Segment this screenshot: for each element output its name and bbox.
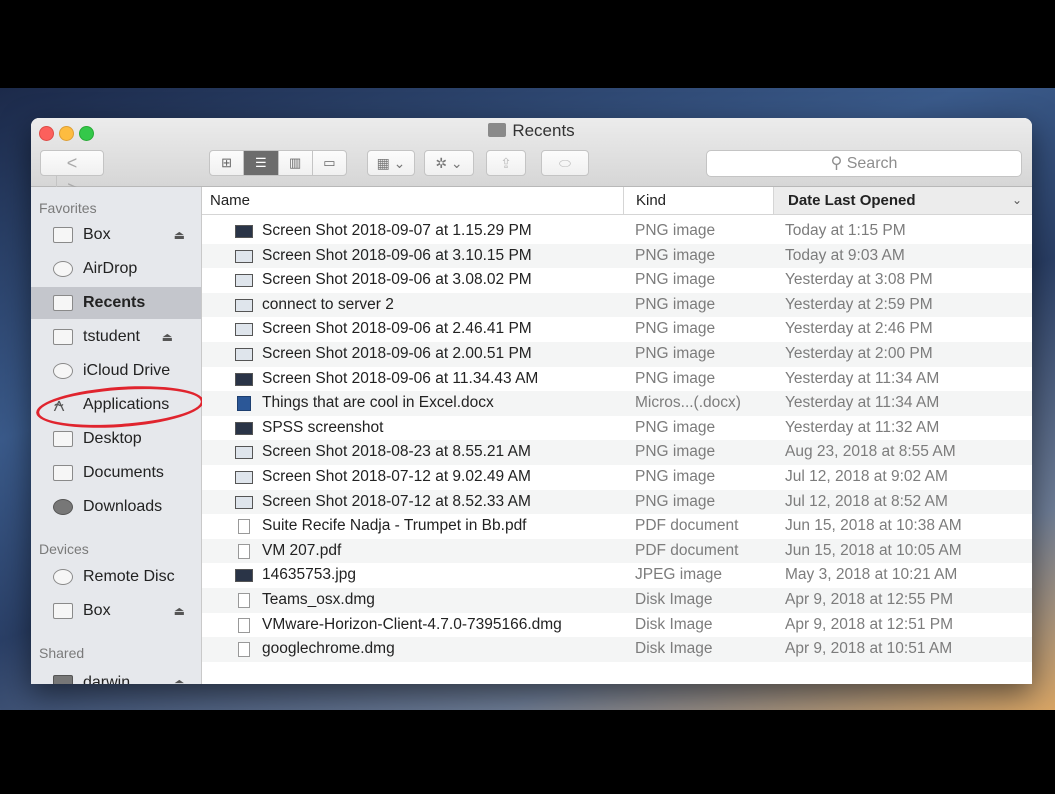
folder-icon — [53, 603, 73, 619]
image-file-icon — [235, 348, 253, 361]
image-file-icon — [235, 446, 253, 460]
file-list: Name Kind Date Last Opened ⌄ Screen Shot… — [202, 187, 1032, 684]
column-header-name[interactable]: Name — [210, 187, 250, 214]
file-row[interactable]: Screen Shot 2018-07-12 at 8.52.33 AM PNG … — [202, 489, 1032, 515]
desktop-icon — [53, 431, 73, 447]
column-header-kind[interactable]: Kind — [623, 187, 766, 214]
column-header-date[interactable]: Date Last Opened — [773, 187, 1032, 214]
devices-heading: Devices — [39, 541, 89, 557]
server-icon — [53, 329, 73, 345]
image-file-icon — [235, 421, 253, 435]
word-document-icon — [237, 396, 251, 412]
disk-image-icon — [238, 593, 250, 608]
sidebar: Favorites Box ⏏ AirDrop Recents tstudent ⏏… — [31, 187, 206, 684]
file-row[interactable]: VM 207.pdf PDF document Jun 15, 2018 at 10… — [202, 538, 1032, 564]
file-row[interactable]: Screen Shot 2018-09-07 at 1.15.29 PM PNG … — [202, 219, 1032, 244]
file-row[interactable]: connect to server 2 PNG image Yesterday at… — [202, 292, 1032, 318]
eject-icon[interactable]: ⏏ — [174, 595, 185, 627]
file-row[interactable]: Screen Shot 2018-09-06 at 2.46.41 PM PNG … — [202, 317, 1032, 342]
list-view-button[interactable]: ☰ — [244, 151, 279, 175]
column-view-button[interactable]: ▥ — [279, 151, 313, 175]
image-file-icon — [235, 225, 253, 238]
cover-flow-button[interactable]: ▭ — [313, 151, 346, 175]
file-row[interactable]: Screen Shot 2018-09-06 at 3.10.15 PM PNG … — [202, 243, 1032, 269]
share-button[interactable]: ⇪ — [486, 150, 526, 176]
eject-icon[interactable]: ⏏ — [162, 321, 173, 353]
sidebar-item-remote-disc[interactable]: Remote Disc — [31, 561, 201, 593]
airdrop-icon — [53, 261, 73, 277]
icon-view-button[interactable]: ⊞ — [210, 151, 245, 175]
recents-folder-icon — [488, 123, 507, 137]
sidebar-item-downloads[interactable]: Downloads — [31, 491, 201, 523]
image-file-icon — [235, 471, 253, 484]
sidebar-item-desktop[interactable]: Desktop — [31, 423, 201, 455]
file-row[interactable]: Things that are cool in Excel.docx Micros… — [202, 391, 1032, 416]
sidebar-item-icloud-drive[interactable]: iCloud Drive — [31, 355, 201, 387]
sidebar-item-tstudent[interactable]: tstudent ⏏ — [31, 321, 201, 353]
documents-icon — [53, 465, 73, 481]
shared-heading: Shared — [39, 645, 85, 661]
nav-buttons: <> — [40, 150, 104, 200]
title-bar: Recents <> ⊞ ☰ ▥ ▭ ▦ ⌄ ✲ ⌄ ⇪ ⬭ ⚲ Search — [31, 118, 1032, 200]
sidebar-item-recents[interactable]: Recents — [31, 287, 201, 319]
favorites-heading: Favorites — [39, 200, 97, 216]
disk-image-icon — [238, 617, 250, 633]
file-row[interactable]: Screen Shot 2018-07-12 at 9.02.49 AM PNG … — [202, 465, 1032, 490]
image-file-icon — [235, 372, 253, 386]
image-file-icon — [235, 249, 253, 263]
action-gear-button[interactable]: ✲ ⌄ — [424, 150, 474, 176]
sort-chevron-icon: ⌄ — [1011, 193, 1022, 207]
tag-button[interactable]: ⬭ — [541, 150, 589, 176]
file-row[interactable]: Screen Shot 2018-08-23 at 8.55.21 AM PNG … — [202, 440, 1032, 465]
sidebar-item-airdrop[interactable]: AirDrop — [31, 253, 201, 285]
jpeg-file-icon — [235, 569, 253, 583]
file-row[interactable]: Teams_osx.dmg Disk Image Apr 9, 2018 at 12… — [202, 588, 1032, 613]
file-row[interactable]: VMware-Horizon-Client-4.7.0-7395166.dmg D… — [202, 613, 1032, 638]
disc-icon — [53, 569, 73, 585]
file-row[interactable]: Screen Shot 2018-09-06 at 2.00.51 PM PNG … — [202, 342, 1032, 367]
view-mode-group: ⊞ ☰ ▥ ▭ — [209, 150, 347, 176]
sidebar-item-darwin[interactable]: darwin ⏏ — [31, 667, 201, 684]
file-row[interactable]: googlechrome.dmg Disk Image Apr 9, 2018 at… — [202, 637, 1032, 662]
column-headers: Name Kind Date Last Opened ⌄ — [202, 187, 1032, 215]
recents-icon — [53, 295, 73, 311]
eject-icon[interactable]: ⏏ — [174, 219, 185, 251]
disk-image-icon — [238, 642, 250, 658]
image-file-icon — [235, 495, 253, 509]
folder-icon — [53, 227, 73, 243]
file-row[interactable]: SPSS screenshot PNG image Yesterday at 11:… — [202, 416, 1032, 441]
computer-icon — [53, 675, 73, 684]
sidebar-item-documents[interactable]: Documents — [31, 457, 201, 489]
image-file-icon — [235, 298, 253, 312]
back-button[interactable]: < — [57, 151, 88, 175]
file-row[interactable]: Screen Shot 2018-09-06 at 11.34.43 AM PNG… — [202, 367, 1032, 392]
sidebar-item-box[interactable]: Box ⏏ — [31, 219, 201, 251]
sidebar-item-box-device[interactable]: Box ⏏ — [31, 595, 201, 627]
image-file-icon — [235, 274, 253, 288]
cloud-icon — [53, 363, 73, 379]
pdf-file-icon — [238, 543, 250, 559]
file-row[interactable]: 14635753.jpg JPEG image May 3, 2018 at 10:… — [202, 563, 1032, 588]
image-file-icon — [235, 323, 253, 337]
arrange-button[interactable]: ▦ ⌄ — [367, 150, 415, 176]
search-field[interactable]: ⚲ Search — [706, 150, 1022, 177]
pdf-file-icon — [238, 519, 250, 535]
finder-window: Recents <> ⊞ ☰ ▥ ▭ ▦ ⌄ ✲ ⌄ ⇪ ⬭ ⚲ Search … — [31, 118, 1032, 684]
file-row[interactable]: Suite Recife Nadja - Trumpet in Bb.pdf PD… — [202, 514, 1032, 539]
eject-icon[interactable]: ⏏ — [174, 667, 185, 684]
downloads-icon — [53, 499, 73, 515]
search-icon: ⚲ — [830, 155, 847, 172]
window-title: Recents — [31, 121, 1032, 141]
file-row[interactable]: Screen Shot 2018-09-06 at 3.08.02 PM PNG … — [202, 268, 1032, 293]
